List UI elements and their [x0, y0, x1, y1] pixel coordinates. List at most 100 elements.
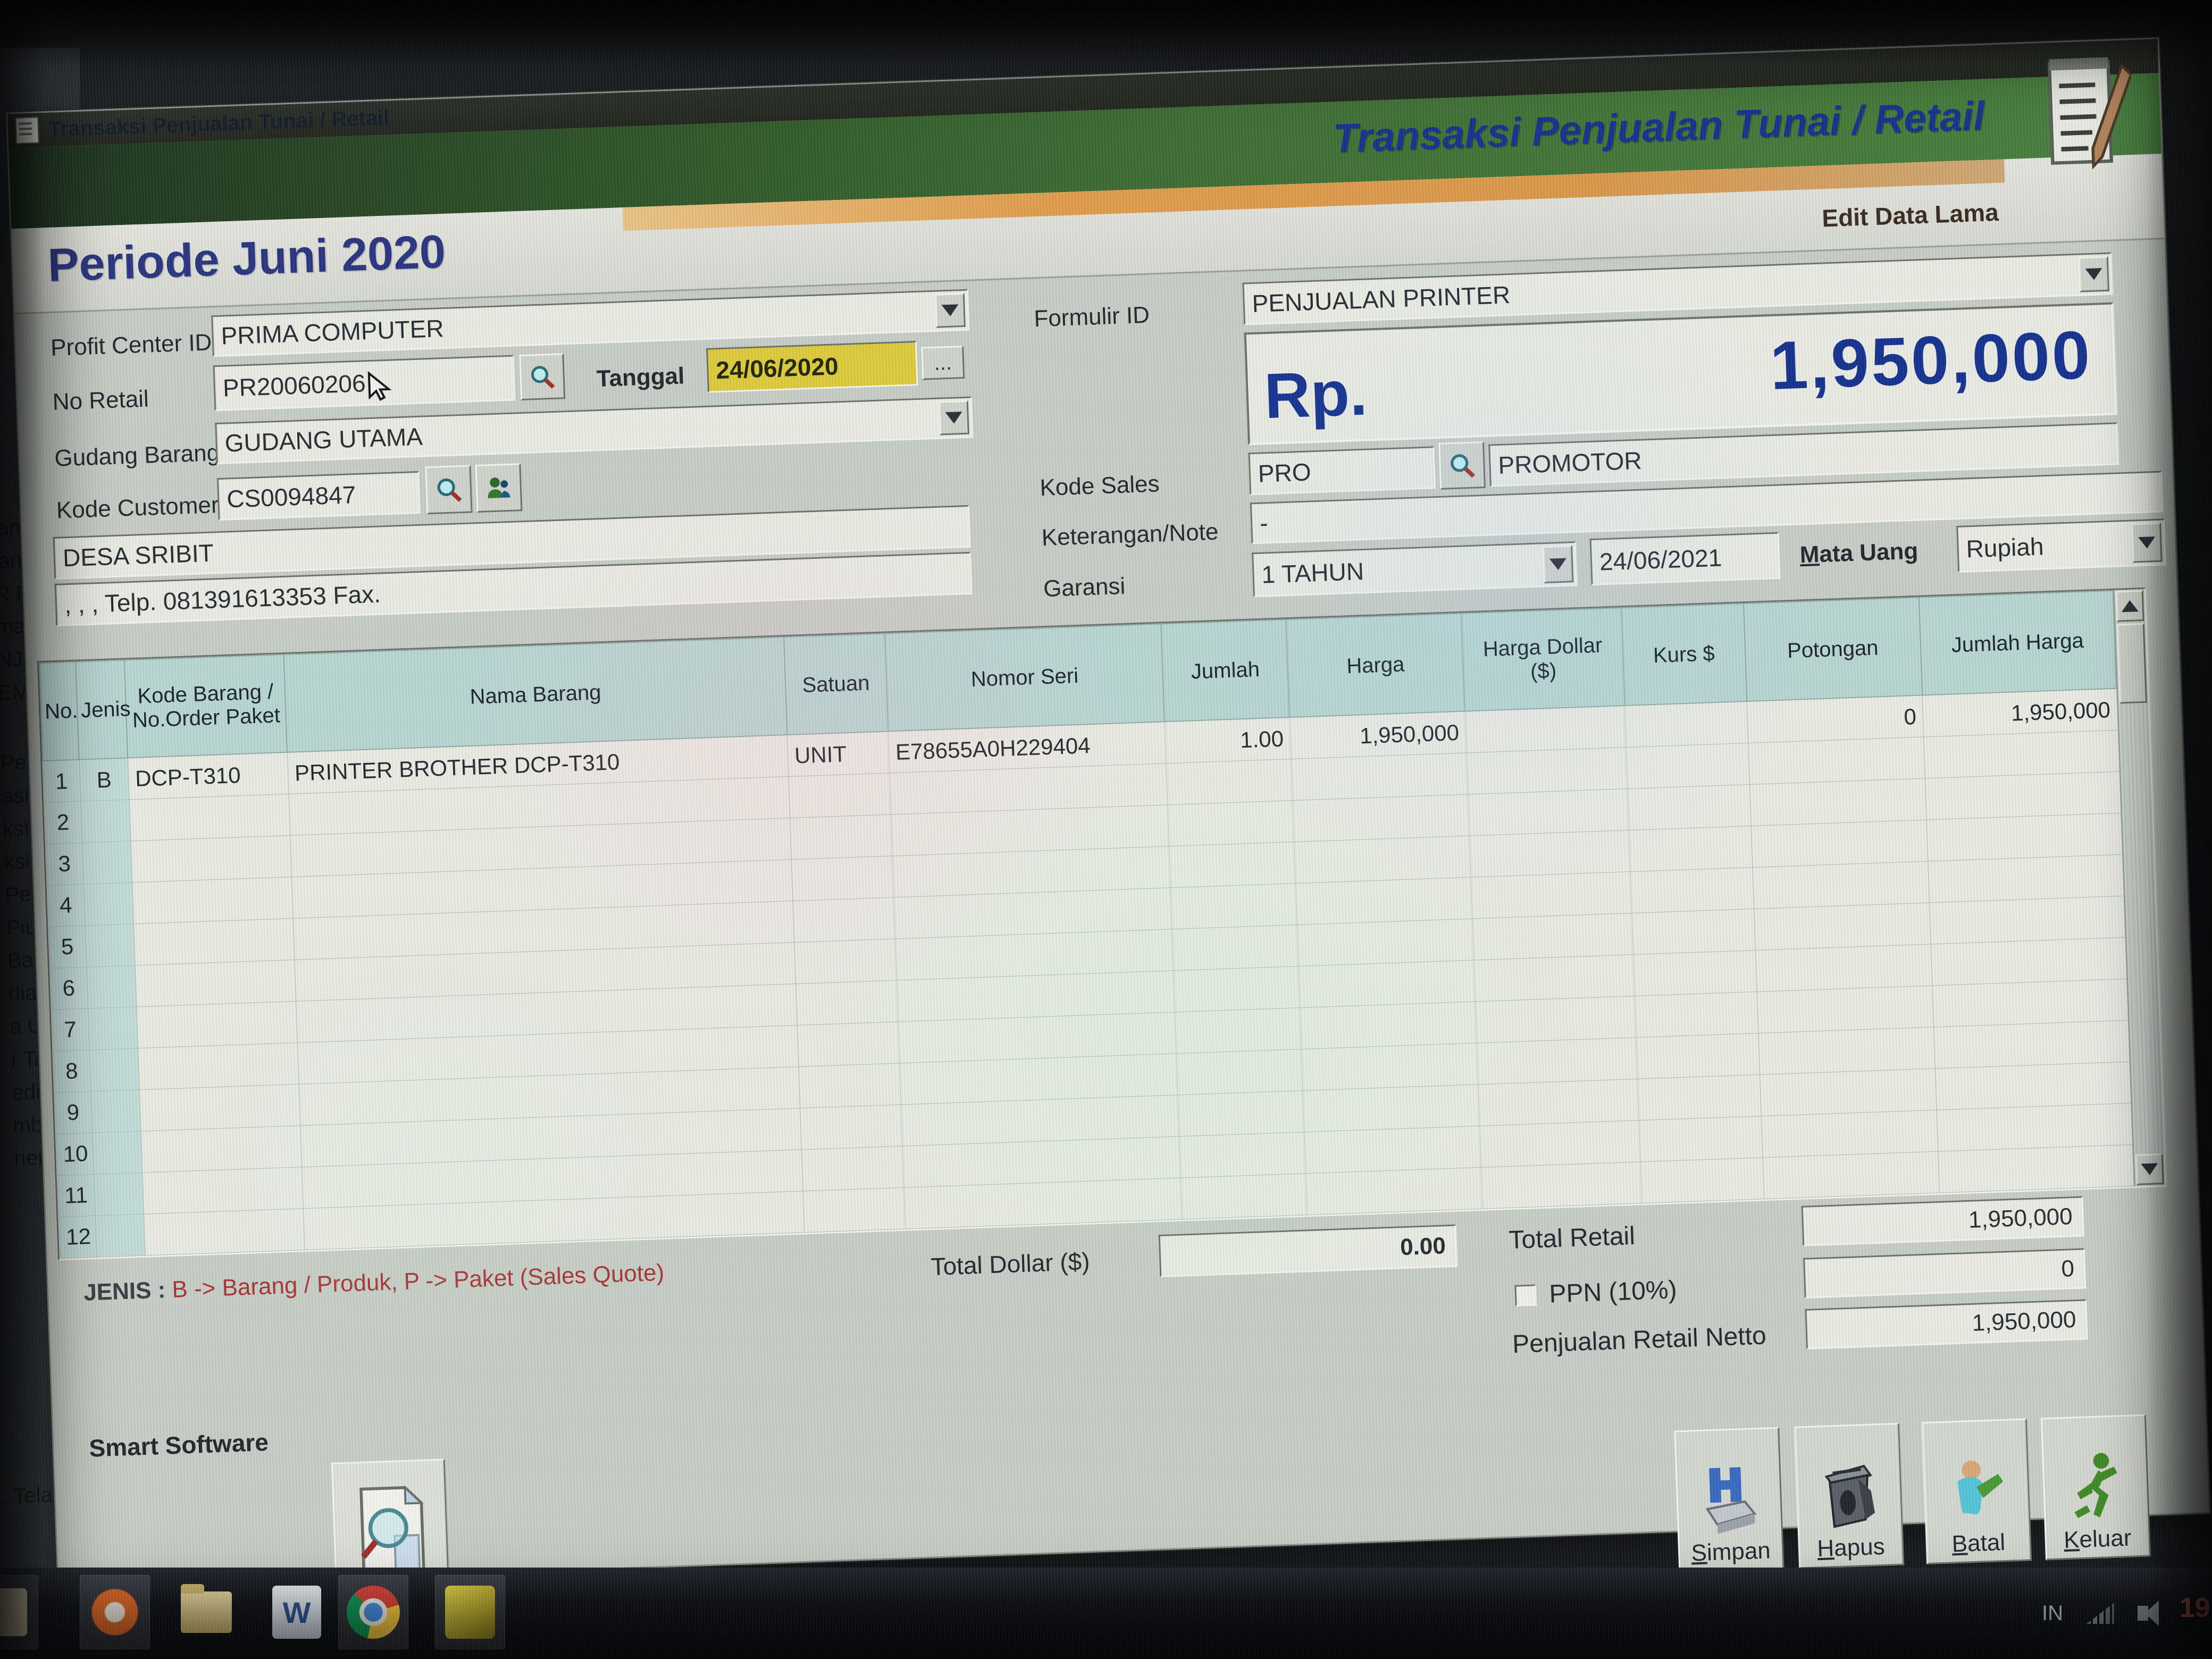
cell-no[interactable]: 5 — [48, 926, 86, 968]
cell-satuan[interactable] — [799, 1063, 901, 1108]
cell-total[interactable] — [1936, 1062, 2131, 1110]
cell-dollar[interactable] — [1475, 996, 1636, 1043]
cell-no[interactable]: 8 — [53, 1050, 90, 1093]
cell-kurs[interactable] — [1629, 826, 1753, 872]
cell-jenis[interactable]: B — [79, 758, 129, 801]
cell-total[interactable] — [1928, 854, 2124, 903]
cell-potongan[interactable] — [1757, 986, 1934, 1033]
scrollbar-thumb[interactable] — [2117, 623, 2147, 704]
chevron-down-icon[interactable] — [939, 400, 969, 435]
cell-harga[interactable]: 1,950,000 — [1289, 711, 1467, 759]
cell-kode[interactable] — [139, 1084, 300, 1131]
cell-total[interactable]: 1,950,000 — [1922, 689, 2118, 737]
scroll-down-button[interactable] — [2135, 1153, 2164, 1185]
garansi-expiry-field[interactable]: 24/06/2021 — [1590, 532, 1781, 585]
cell-kode[interactable] — [133, 918, 295, 965]
cell-kurs[interactable] — [1640, 1158, 1764, 1203]
chevron-down-icon[interactable] — [2079, 256, 2109, 292]
cell-jenis[interactable] — [89, 1048, 139, 1091]
cell-no[interactable]: 12 — [58, 1216, 96, 1258]
cell-jumlah[interactable] — [1179, 1132, 1305, 1178]
cell-jumlah[interactable] — [1173, 966, 1300, 1012]
cell-potongan[interactable] — [1755, 944, 1932, 992]
edit-data-lama-link[interactable]: Edit Data Lama — [1822, 198, 1999, 233]
cell-total[interactable] — [1924, 730, 2119, 778]
cell-total[interactable] — [1925, 772, 2121, 820]
cell-jumlah[interactable] — [1172, 925, 1298, 970]
cell-dollar[interactable] — [1473, 954, 1635, 1001]
customer-detail-button[interactable] — [475, 463, 522, 513]
cell-kode[interactable] — [135, 960, 296, 1007]
taskbar-chrome[interactable] — [338, 1575, 408, 1649]
mata-uang-combobox[interactable]: Rupiah — [1956, 518, 2166, 573]
cell-kode[interactable] — [137, 1001, 298, 1048]
cell-no[interactable]: 6 — [50, 967, 88, 1010]
cell-harga[interactable] — [1303, 1084, 1480, 1132]
cell-kurs[interactable] — [1633, 950, 1757, 996]
cell-jumlah[interactable] — [1178, 1091, 1304, 1136]
cell-jenis[interactable] — [83, 883, 134, 926]
tanggal-browse-button[interactable]: ... — [921, 346, 965, 380]
cell-no[interactable]: 3 — [46, 843, 83, 885]
cell-kurs[interactable] — [1626, 743, 1750, 789]
cell-total[interactable] — [1930, 896, 2125, 944]
cell-kurs[interactable] — [1638, 1075, 1762, 1120]
cell-jumlah[interactable] — [1170, 883, 1297, 929]
cell-potongan[interactable] — [1753, 861, 1930, 909]
sales-search-button[interactable] — [1438, 441, 1486, 490]
cell-jumlah[interactable] — [1175, 1008, 1301, 1053]
cell-jumlah[interactable] — [1180, 1174, 1307, 1219]
cell-jumlah[interactable] — [1176, 1049, 1303, 1095]
cell-no[interactable]: 11 — [57, 1174, 95, 1217]
taskbar-app-partial[interactable] — [0, 1575, 38, 1649]
cell-potongan[interactable] — [1754, 903, 1931, 950]
batal-button[interactable]: Batal — [1922, 1418, 2032, 1564]
chevron-down-icon[interactable] — [1543, 545, 1573, 583]
cell-satuan[interactable]: UNIT — [787, 731, 890, 776]
cell-harga[interactable] — [1294, 836, 1471, 883]
cell-satuan[interactable] — [803, 1187, 906, 1233]
cell-kode[interactable] — [138, 1043, 299, 1090]
cell-jenis[interactable] — [95, 1214, 145, 1257]
cell-jenis[interactable] — [90, 1090, 141, 1133]
cell-satuan[interactable] — [790, 815, 893, 860]
cell-dollar[interactable] — [1471, 872, 1632, 918]
cell-satuan[interactable] — [797, 1021, 900, 1067]
scroll-up-button[interactable] — [2116, 590, 2144, 622]
cell-total[interactable] — [1931, 937, 2126, 986]
chevron-down-icon[interactable] — [2131, 523, 2163, 563]
cell-kode[interactable] — [141, 1126, 302, 1172]
cell-jenis[interactable] — [88, 1007, 138, 1050]
cell-dollar[interactable] — [1469, 830, 1630, 877]
cell-satuan[interactable] — [801, 1146, 904, 1191]
cell-potongan[interactable] — [1761, 1110, 1938, 1157]
cell-dollar[interactable] — [1468, 789, 1629, 835]
cell-potongan[interactable] — [1749, 778, 1926, 826]
cell-harga[interactable] — [1301, 1043, 1478, 1090]
total-dollar-field[interactable]: 0.00 — [1159, 1225, 1457, 1277]
cell-jumlah[interactable]: 1.00 — [1164, 717, 1291, 764]
cell-jenis[interactable] — [92, 1131, 143, 1174]
cell-satuan[interactable] — [800, 1104, 903, 1150]
taskbar-package-app[interactable] — [435, 1575, 505, 1649]
cell-harga[interactable] — [1291, 753, 1468, 800]
cell-harga[interactable] — [1295, 877, 1472, 925]
cell-dollar[interactable] — [1472, 913, 1633, 960]
cell-no[interactable]: 2 — [44, 801, 82, 844]
network-icon[interactable] — [2087, 1603, 2114, 1624]
cell-dollar[interactable] — [1481, 1162, 1642, 1209]
customer-search-button[interactable] — [425, 465, 472, 514]
cell-satuan[interactable] — [794, 939, 897, 984]
kode-customer-input[interactable]: CS0094847 — [217, 471, 421, 521]
cell-satuan[interactable] — [791, 856, 894, 901]
cell-no[interactable]: 1 — [43, 759, 80, 802]
cell-kurs[interactable] — [1624, 701, 1748, 747]
cell-potongan[interactable] — [1760, 1068, 1937, 1116]
chevron-down-icon[interactable] — [935, 293, 966, 328]
cell-jumlah[interactable] — [1169, 842, 1295, 887]
cell-no[interactable]: 4 — [47, 884, 85, 927]
cell-no[interactable]: 7 — [52, 1009, 89, 1051]
cell-jenis[interactable] — [86, 965, 137, 1008]
cell-satuan[interactable] — [789, 773, 891, 818]
cell-harga[interactable] — [1305, 1167, 1482, 1215]
